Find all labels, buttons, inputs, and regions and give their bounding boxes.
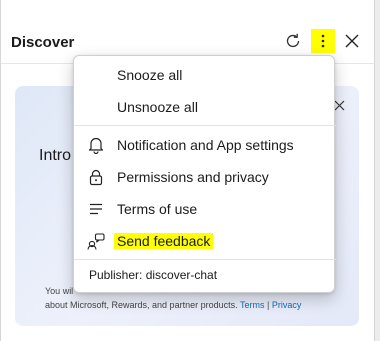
menu-item-send-feedback[interactable]: Send feedback — [74, 227, 336, 255]
menu-item-label: Send feedback — [114, 233, 214, 249]
menu-item-notification-settings[interactable]: Notification and App settings — [74, 131, 336, 159]
menu-item-label: Snooze all — [117, 67, 183, 83]
more-options-icon — [321, 34, 325, 48]
menu-item-permissions-privacy[interactable]: Permissions and privacy — [74, 163, 336, 191]
refresh-button[interactable] — [281, 29, 305, 53]
close-icon — [345, 34, 359, 48]
disclaimer-text: about Microsoft, Rewards, and partner pr… — [45, 300, 238, 310]
card-intro-text: Intro — [39, 147, 72, 164]
menu-item-unsnooze-all[interactable]: Unsnooze all — [74, 93, 336, 121]
menu-item-label: Unsnooze all — [117, 99, 198, 115]
menu-item-label: Permissions and privacy — [117, 169, 269, 185]
panel-title: Discover — [11, 34, 75, 51]
more-options-button[interactable] — [311, 29, 335, 53]
close-button[interactable] — [340, 29, 364, 53]
more-options-menu: Snooze all Unsnooze all Notification and… — [73, 55, 336, 293]
bell-icon — [86, 135, 106, 155]
lock-icon — [86, 167, 106, 187]
list-icon — [86, 199, 106, 219]
menu-separator — [74, 125, 336, 126]
privacy-link[interactable]: Privacy — [272, 300, 302, 310]
menu-item-terms-of-use[interactable]: Terms of use — [74, 195, 336, 223]
menu-item-label: Terms of use — [117, 201, 198, 217]
feedback-icon — [86, 231, 106, 251]
terms-link[interactable]: Terms — [240, 300, 265, 310]
card-disclaimer-line1: You wil — [45, 286, 74, 296]
menu-separator — [74, 259, 336, 260]
publisher-label: Publisher: discover-chat — [89, 268, 218, 282]
refresh-icon — [286, 33, 300, 48]
menu-item-snooze-all[interactable]: Snooze all — [74, 61, 336, 89]
card-disclaimer-line2: about Microsoft, Rewards, and partner pr… — [45, 300, 301, 310]
link-separator: | — [266, 300, 270, 310]
menu-item-label: Notification and App settings — [117, 137, 294, 153]
